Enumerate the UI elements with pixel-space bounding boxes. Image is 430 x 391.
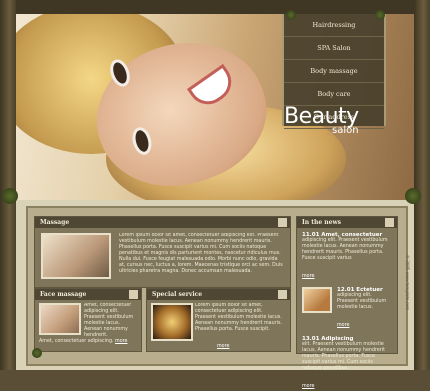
nav-item-hairdressing[interactable]: Hairdressing — [284, 14, 384, 37]
top-strip — [0, 0, 430, 14]
news-title: In the news — [302, 219, 342, 226]
special-service-title: Special service — [152, 291, 203, 298]
panel-title: Face massage — [35, 289, 141, 300]
nav-item-spa-salon[interactable]: SPA Salon — [284, 37, 384, 60]
arrow-icon[interactable] — [385, 218, 394, 227]
massage-title: Massage — [40, 219, 70, 226]
news-item: 13.01 Adipiscing elit. Praesent vestibul… — [302, 336, 392, 391]
copyright: © 2005 www.template.com — [405, 255, 410, 311]
special-service-image — [151, 303, 193, 341]
page: Hairdressing SPA Salon Body massage Body… — [0, 0, 430, 389]
vine-decoration — [405, 188, 421, 204]
nav-item-body-care[interactable]: Body care — [284, 83, 384, 106]
news-panel: In the news 11.01 Amet, consectetuer adi… — [296, 216, 398, 389]
news-text: adipiscing elit. Praesent vestibulum mol… — [337, 293, 387, 310]
news-item: 11.01 Amet, consectetuer adipiscing elit… — [302, 232, 392, 281]
special-service-panel: Special service Lorem ipsum dolor sit am… — [146, 288, 291, 352]
left-frame — [0, 0, 16, 370]
massage-panel: Massage Lorem ipsum dolor sit amet, cons… — [34, 216, 291, 288]
panel-title: Massage — [35, 217, 290, 228]
more-link[interactable]: more — [217, 344, 229, 349]
arrow-icon[interactable] — [278, 218, 287, 227]
vine-decoration — [375, 10, 385, 20]
more-link[interactable]: more — [115, 339, 127, 344]
vine-decoration — [286, 10, 296, 20]
content-area: Massage Lorem ipsum dolor sit amet, cons… — [26, 206, 408, 389]
special-service-text: Lorem ipsum dolor sit amet, consectetuer… — [195, 303, 282, 332]
news-image — [302, 287, 332, 313]
vine-decoration — [2, 188, 18, 204]
news-item: 12.01 Ectetuer adipiscing elit. Praesent… — [302, 287, 392, 330]
vine-decoration — [32, 348, 42, 358]
face-massage-title: Face massage — [40, 291, 87, 298]
arrow-icon[interactable] — [129, 290, 138, 299]
brand-subtitle: salon — [332, 125, 359, 136]
massage-text: Lorem ipsum dolor sit amet, consectetuer… — [119, 233, 283, 274]
arrow-icon[interactable] — [278, 290, 287, 299]
news-text: elit. Praesent vestibulum molestie lacus… — [302, 342, 385, 371]
more-link[interactable]: more — [302, 384, 314, 389]
more-link[interactable]: more — [302, 274, 314, 279]
face-massage-image — [39, 303, 81, 335]
massage-image — [41, 233, 111, 279]
face-massage-caption: Amet, consectetuer adipiscing. — [39, 339, 114, 344]
panel-title: Special service — [147, 289, 290, 300]
more-link[interactable]: more — [337, 323, 349, 328]
nav-item-body-massage[interactable]: Body massage — [284, 60, 384, 83]
right-frame — [414, 0, 430, 370]
face-massage-panel: Face massage Amet, consectetuer adipisci… — [34, 288, 142, 352]
face-massage-text: Amet, consectetuer adipiscing elit. Prae… — [84, 303, 134, 337]
panel-title: In the news — [297, 217, 397, 228]
news-text: adipiscing elit. Praesent vestibulum mol… — [302, 238, 388, 261]
